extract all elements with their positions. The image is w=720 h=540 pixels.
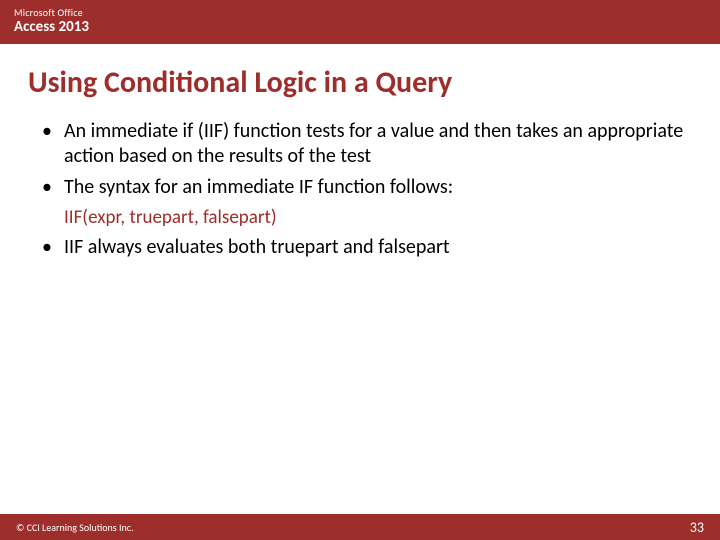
bullet-item: An immediate if (IIF) function tests for… (34, 119, 686, 169)
syntax-line: IIF(expr, truepart, falsepart) (34, 206, 686, 229)
bullet-list: An immediate if (IIF) function tests for… (34, 119, 686, 200)
slide: Microsoft Office Access 2013 Using Condi… (0, 0, 720, 540)
bullet-item: The syntax for an immediate IF function … (34, 175, 686, 200)
page-number: 33 (690, 519, 704, 536)
bullet-list-2: IIF always evaluates both truepart and f… (34, 235, 686, 260)
slide-title: Using Conditional Logic in a Query (0, 44, 720, 109)
footer-bar: © CCI Learning Solutions Inc. 33 (0, 514, 720, 540)
header-bar: Microsoft Office Access 2013 (0, 0, 720, 44)
product-line: Access 2013 (14, 18, 706, 36)
copyright: © CCI Learning Solutions Inc. (16, 521, 134, 534)
slide-body: An immediate if (IIF) function tests for… (0, 109, 720, 260)
bullet-item: IIF always evaluates both truepart and f… (34, 235, 686, 260)
